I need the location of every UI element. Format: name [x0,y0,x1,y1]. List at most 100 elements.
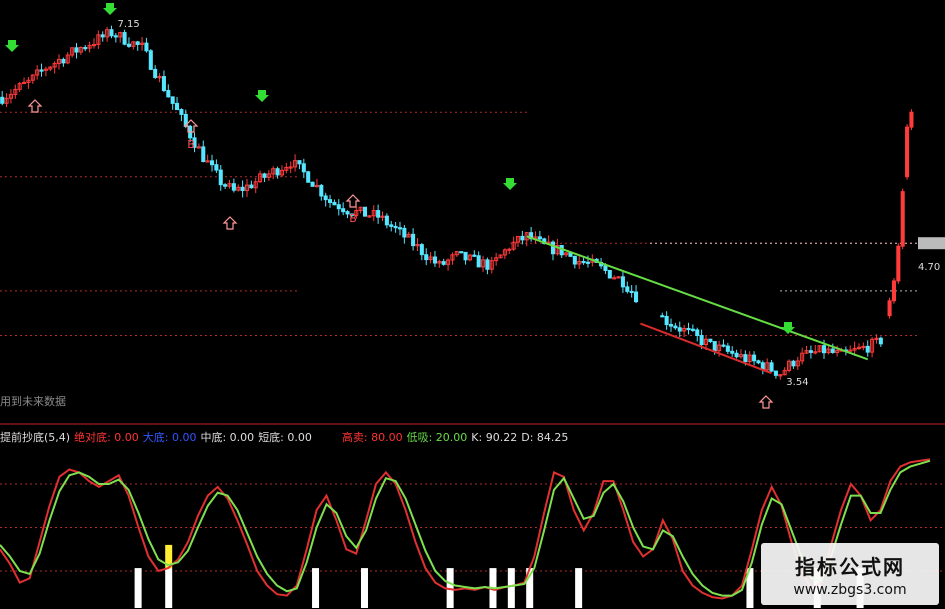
candle-body [537,236,542,240]
buy-label: B [187,138,195,151]
candle-body [721,344,726,347]
candle-body [634,291,639,303]
candle-body [301,163,306,173]
bottom-signal-bar [575,568,583,608]
candle-body [39,69,44,72]
candle-body [61,58,66,64]
sell-arrow-icon [255,90,269,102]
stock-chart[interactable]: 7.15 3.54 4.70 B B [0,0,945,609]
candle-body [83,47,88,50]
indicator-field: 低吸: 20.00 [406,431,468,444]
candle-body [218,169,223,186]
candle-body [319,184,324,197]
candle-body [170,96,175,104]
candle-body [743,354,748,363]
price-marker-label: 4.70 [918,262,940,273]
candle-body [362,206,368,217]
candle-body [166,90,171,98]
candle-body [730,350,735,354]
candle-body [135,41,140,45]
candle-body [310,181,315,187]
candle-body [297,160,302,165]
candle-body [668,324,674,327]
candle-body [756,360,761,364]
watermark-url: www.zbgs3.com [793,581,907,598]
candle-body [773,370,778,376]
candle-body [896,245,901,282]
candle-body [585,261,590,264]
indicator-field: 短底: 0.00 [258,431,312,444]
candle-body [153,68,158,78]
candle-body [485,259,490,270]
candle-body [891,280,896,302]
candle-body [472,254,477,257]
candle-body [323,195,328,201]
candle-body [459,251,464,254]
candle-body [209,160,215,166]
bottom-signal-bar [507,568,515,608]
candle-body [686,327,691,331]
site-watermark: 指标公式网 www.zbgs3.com [761,543,939,605]
candle-body [275,168,280,176]
candle-body [0,96,5,104]
indicator-field: K: 90.22 [471,430,518,444]
indicator-field: 高卖: 80.00 [341,431,403,444]
candle-body [673,325,678,329]
candle-body [179,109,184,115]
candle-body [865,345,870,353]
trendline [640,322,772,375]
high-price-label: 7.15 [117,19,139,30]
candle-body [900,191,905,247]
candle-body [734,352,739,358]
candle-body [100,34,105,38]
candle-body [122,32,127,45]
bottom-signal-bar [165,568,173,608]
indicator-field: 中底: 0.00 [200,431,255,444]
candle-body [411,233,416,247]
candle-body [520,235,525,241]
watermark-title: 指标公式网 [795,554,905,579]
candle-body [341,208,346,213]
candle-body [389,224,394,227]
candle-body [113,35,118,38]
indicator-header: 提前抄底(5,4) 绝对底: 0.00 大底: 0.00 中底: 0.00 短底: 0.… [0,429,572,445]
bottom-signal-bar [360,568,368,608]
buy-label: B [349,212,357,225]
candle-body [821,345,827,354]
candle-body [677,327,682,332]
candle-body [550,241,556,255]
candle-body [664,315,669,326]
candle-body [262,173,267,178]
candle-body [175,102,180,111]
candle-body [393,225,398,229]
indicator-field: 绝对底: 0.00 [74,431,139,444]
candle-body [708,338,713,343]
candle-body [376,210,381,218]
candle-body [336,204,341,210]
candle-body [725,345,730,352]
candle-body [712,341,717,352]
candle-body [581,260,586,264]
candle-body [161,76,166,92]
candle-body [441,261,446,265]
price-panel[interactable]: 7.15 3.54 4.70 B B [0,3,945,409]
candle-body [620,276,625,288]
sell-arrow-icon [5,40,19,52]
buy-arrow-icon [758,395,774,409]
candle-body [332,201,337,206]
candle-body [74,47,79,53]
candle-body [791,360,796,367]
candle-body [432,256,437,264]
buy-arrow-icon [222,216,238,230]
candle-body [231,183,236,191]
candle-body [144,42,149,52]
candle-body [660,315,665,318]
indicator-field: D: 84.25 [521,430,569,444]
sell-arrow-icon [503,178,517,190]
candle-body [629,290,634,294]
candle-body [249,184,254,189]
future-data-note: 用到未来数据 [0,395,66,408]
candle-body [109,29,114,37]
low-price-label: 3.54 [786,377,808,388]
buy-arrow-icon [27,99,43,113]
